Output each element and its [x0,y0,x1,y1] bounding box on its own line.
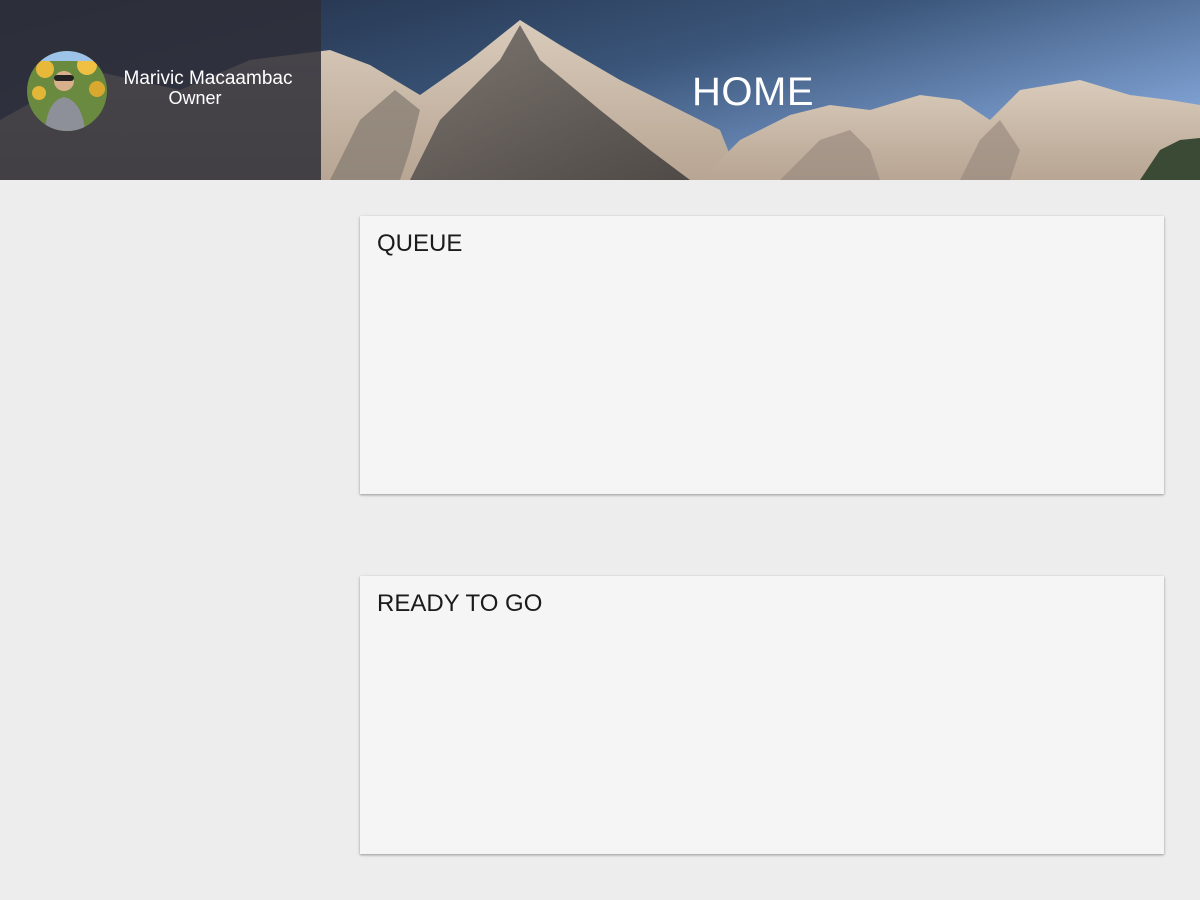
page-title: HOME [692,70,814,114]
header-banner: Marivic Macaambac Owner HOME [0,0,1200,180]
queue-card: QUEUE [360,216,1164,494]
ready-to-go-card-title: READY TO GO [377,590,543,617]
user-profile-panel: Marivic Macaambac Owner [0,0,321,180]
user-name: Marivic Macaambac [123,68,293,89]
user-role: Owner [168,88,222,108]
ready-to-go-card: READY TO GO [360,576,1164,854]
queue-card-title: QUEUE [377,230,463,257]
